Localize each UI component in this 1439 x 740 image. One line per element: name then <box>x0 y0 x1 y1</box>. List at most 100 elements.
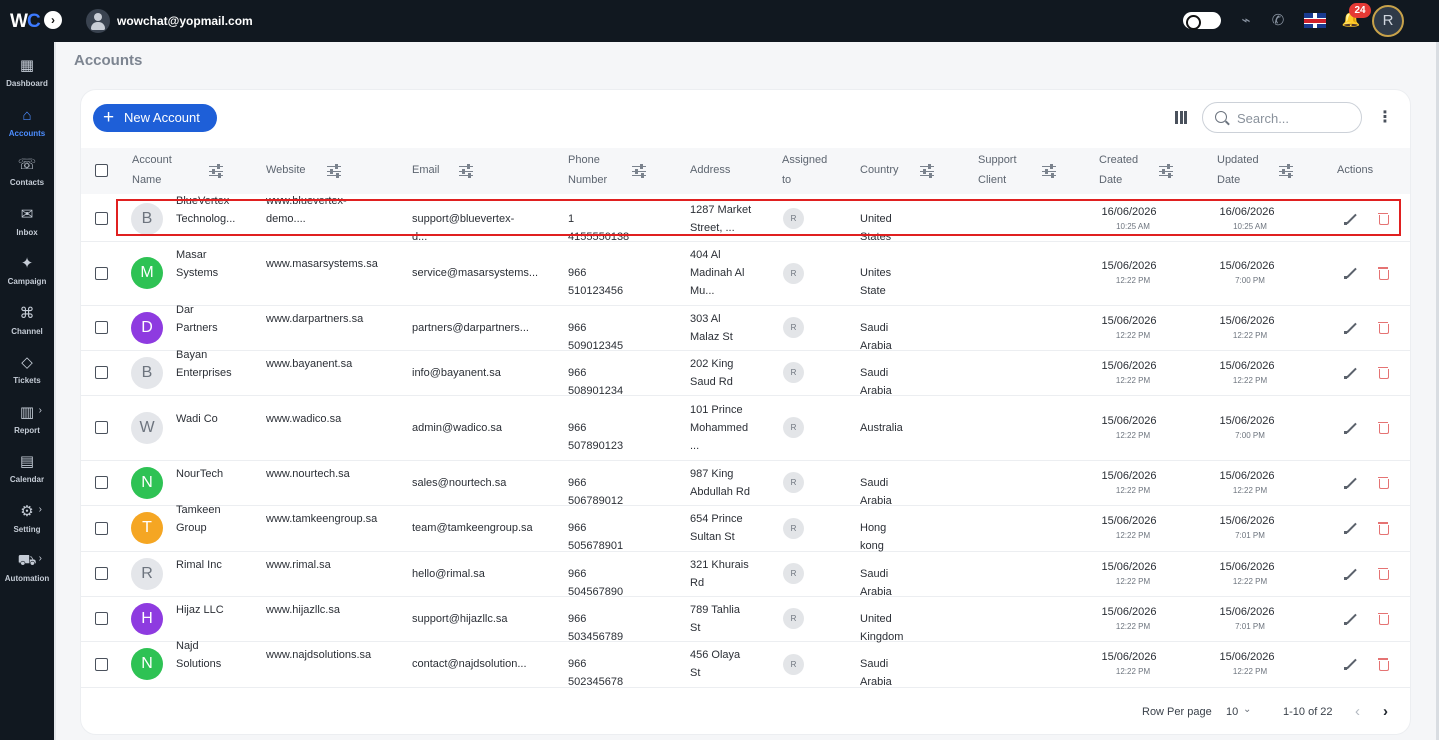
column-filter-icon[interactable] <box>920 164 934 178</box>
column-filter-icon[interactable] <box>327 164 341 178</box>
phone-call-icon[interactable]: ✆ <box>1268 11 1288 31</box>
delete-icon[interactable] <box>1378 612 1389 625</box>
sidebar-item-channel[interactable]: ⌘ Channel <box>0 300 54 346</box>
column-filter-icon[interactable] <box>1279 164 1293 178</box>
delete-icon[interactable] <box>1378 321 1389 334</box>
address-cell: 456 Olaya St <box>690 646 770 682</box>
column-filter-icon[interactable] <box>209 164 223 178</box>
email-cell: partners@darpartners... <box>412 321 529 334</box>
edit-icon[interactable] <box>1344 612 1358 626</box>
column-filter-icon[interactable] <box>1159 164 1173 178</box>
delete-icon[interactable] <box>1378 267 1389 280</box>
account-name-line: Rimal Inc <box>176 558 222 571</box>
account-name-line: Masar <box>176 249 207 261</box>
sidebar-item-label: Contacts <box>9 178 45 187</box>
sidebar-item-campaign[interactable]: ✦ Campaign <box>0 250 54 296</box>
row-checkbox[interactable] <box>95 521 108 535</box>
gear-icon: ⚙ <box>20 502 34 520</box>
sidebar-item-dashboard[interactable]: ▦ Dashboard <box>0 52 54 98</box>
column-filter-icon[interactable] <box>632 164 646 178</box>
row-checkbox[interactable] <box>95 612 108 625</box>
website-link: www.wadico.sa <box>266 410 406 428</box>
updated-date: 15/06/2026 <box>1219 469 1275 482</box>
sidebar-item-label: Dashboard <box>6 79 48 88</box>
sidebar-toggle-chevron-icon[interactable]: › <box>44 11 62 29</box>
edit-icon[interactable] <box>1344 421 1358 435</box>
row-checkbox[interactable] <box>95 476 108 489</box>
delete-icon[interactable] <box>1378 522 1389 535</box>
sidebar-item-accounts[interactable]: ⌂ Accounts <box>0 102 54 148</box>
new-account-label: New Account <box>124 110 200 125</box>
phone-cell: 966 505678901 <box>568 522 624 552</box>
uk-flag-icon[interactable] <box>1304 13 1326 28</box>
delete-icon[interactable] <box>1378 421 1389 434</box>
created-date: 15/06/2026 <box>1101 651 1157 663</box>
address-cell-line: Madinah Al <box>690 267 745 279</box>
previous-page-icon[interactable]: ‹ <box>1355 703 1360 720</box>
account-avatar: W <box>131 411 163 444</box>
search-input[interactable] <box>1237 109 1355 127</box>
sidebar-item-setting[interactable]: ⚙ Setting › <box>0 498 54 544</box>
updated-time: 7:00 PM <box>1235 276 1265 285</box>
select-all-checkbox[interactable] <box>95 164 108 177</box>
chevron-down-icon[interactable]: ⌄ <box>1243 704 1251 715</box>
search-icon <box>1215 111 1227 123</box>
network-icon[interactable]: ⌁ <box>1236 11 1256 31</box>
row-checkbox[interactable] <box>95 421 108 434</box>
edit-icon[interactable] <box>1344 476 1358 490</box>
sidebar-item-inbox[interactable]: ✉ Inbox <box>0 201 54 247</box>
column-filter-icon[interactable] <box>1042 164 1056 178</box>
row-checkbox[interactable] <box>95 657 108 671</box>
updated-date: 15/06/2026 <box>1219 260 1275 272</box>
edit-icon[interactable] <box>1344 657 1358 671</box>
rows-per-page-select[interactable]: 10 <box>1226 706 1238 718</box>
row-checkbox[interactable] <box>95 366 108 379</box>
dashboard-icon: ▦ <box>19 57 35 74</box>
email-cell: sales@nourtech.sa <box>412 476 507 489</box>
row-divider <box>81 551 1410 552</box>
edit-icon[interactable] <box>1344 266 1358 280</box>
account-name: Masar Systems <box>176 246 261 282</box>
address-cell: 987 King Abdullah Rd <box>690 465 770 501</box>
row-checkbox[interactable] <box>95 266 108 280</box>
updated-time: 12:22 PM <box>1232 330 1268 340</box>
row-divider <box>81 687 1410 688</box>
header-text: Account <box>132 154 172 166</box>
edit-icon[interactable] <box>1344 321 1358 335</box>
website-link: www.tamkeengroup.sa <box>266 510 406 528</box>
delete-icon[interactable] <box>1378 567 1389 580</box>
search-field[interactable] <box>1202 102 1362 133</box>
edit-icon[interactable] <box>1344 567 1358 581</box>
header-text: Phone <box>568 154 600 166</box>
calendar-icon: ▤ <box>19 453 35 470</box>
edit-icon[interactable] <box>1344 366 1358 380</box>
delete-icon[interactable] <box>1378 476 1389 489</box>
header-country: Country <box>860 164 899 176</box>
avatar[interactable]: R <box>1372 5 1404 37</box>
app-logo[interactable]: WC <box>10 11 41 33</box>
columns-icon[interactable] <box>1175 111 1189 125</box>
country-cell: Hong kong <box>860 522 887 552</box>
account-name-line: NourTech <box>176 467 224 480</box>
delete-icon[interactable] <box>1378 658 1389 671</box>
row-checkbox[interactable] <box>95 321 108 334</box>
theme-toggle[interactable] <box>1183 12 1221 30</box>
account-name-line: Wadi Co <box>176 412 218 425</box>
delete-icon[interactable] <box>1378 366 1389 379</box>
sidebar-item-contacts[interactable]: ☏ Contacts <box>0 151 54 197</box>
more-options-icon[interactable]: ⋮ <box>1377 108 1393 128</box>
sidebar-item-tickets[interactable]: ◇ Tickets <box>0 349 54 395</box>
sidebar-item-automation[interactable]: ⛟ Automation › <box>0 547 54 593</box>
sidebar-item-report[interactable]: ▥ Report › <box>0 399 54 445</box>
column-filter-icon[interactable] <box>459 164 473 178</box>
updated-time: 7:01 PM <box>1235 621 1265 631</box>
sidebar-item-calendar[interactable]: ▤ Calendar <box>0 448 54 494</box>
row-checkbox[interactable] <box>95 212 108 225</box>
row-checkbox[interactable] <box>95 567 108 580</box>
account-name-line: Enterprises <box>176 366 232 379</box>
edit-icon[interactable] <box>1344 521 1358 535</box>
next-page-icon[interactable]: › <box>1383 703 1388 720</box>
new-account-button[interactable]: + New Account <box>93 104 217 132</box>
country-cell: Unites State <box>860 267 892 297</box>
created-date: 15/06/2026 <box>1101 560 1157 573</box>
